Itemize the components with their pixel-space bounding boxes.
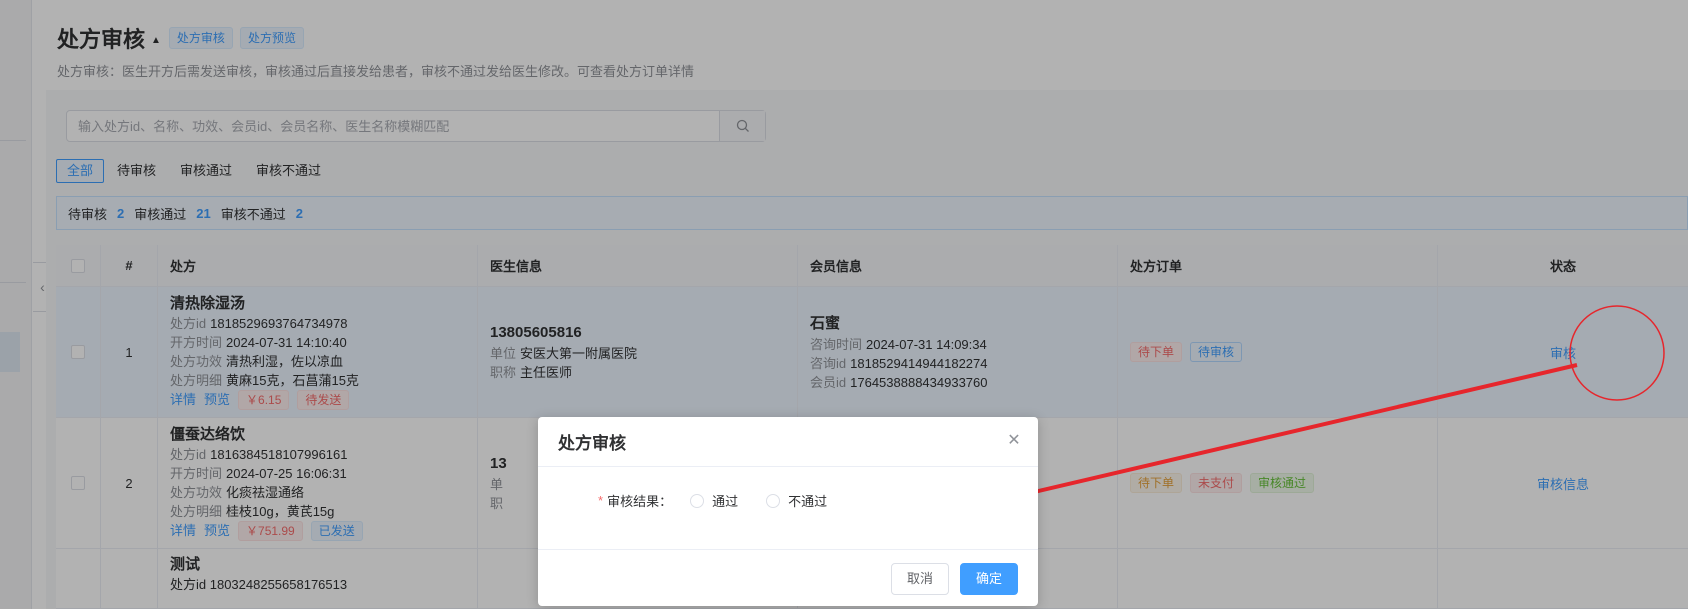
dialog-footer: 取消 确定	[538, 550, 1038, 605]
radio-circle[interactable]	[766, 493, 781, 508]
review-result-row: * 审核结果： 通过 不通过	[598, 491, 855, 510]
dialog-body: * 审核结果： 通过 不通过	[538, 467, 1038, 550]
review-dialog: 处方审核 ✕ * 审核结果： 通过 不通过 取消 确定	[538, 417, 1038, 606]
radio-circle[interactable]	[690, 493, 705, 508]
dialog-title: 处方审核	[558, 434, 626, 453]
radio-reject[interactable]: 不通过	[766, 491, 827, 510]
radio-label: 通过	[712, 494, 739, 509]
close-icon[interactable]: ✕	[1006, 433, 1022, 449]
required-marker: *	[598, 493, 604, 508]
dialog-header: 处方审核 ✕	[538, 417, 1038, 467]
radio-approve[interactable]: 通过	[690, 491, 738, 510]
confirm-button[interactable]: 确定	[959, 563, 1018, 595]
review-result-label: 审核结果：	[607, 494, 673, 509]
cancel-button[interactable]: 取消	[890, 563, 949, 595]
radio-label: 不通过	[788, 494, 828, 509]
